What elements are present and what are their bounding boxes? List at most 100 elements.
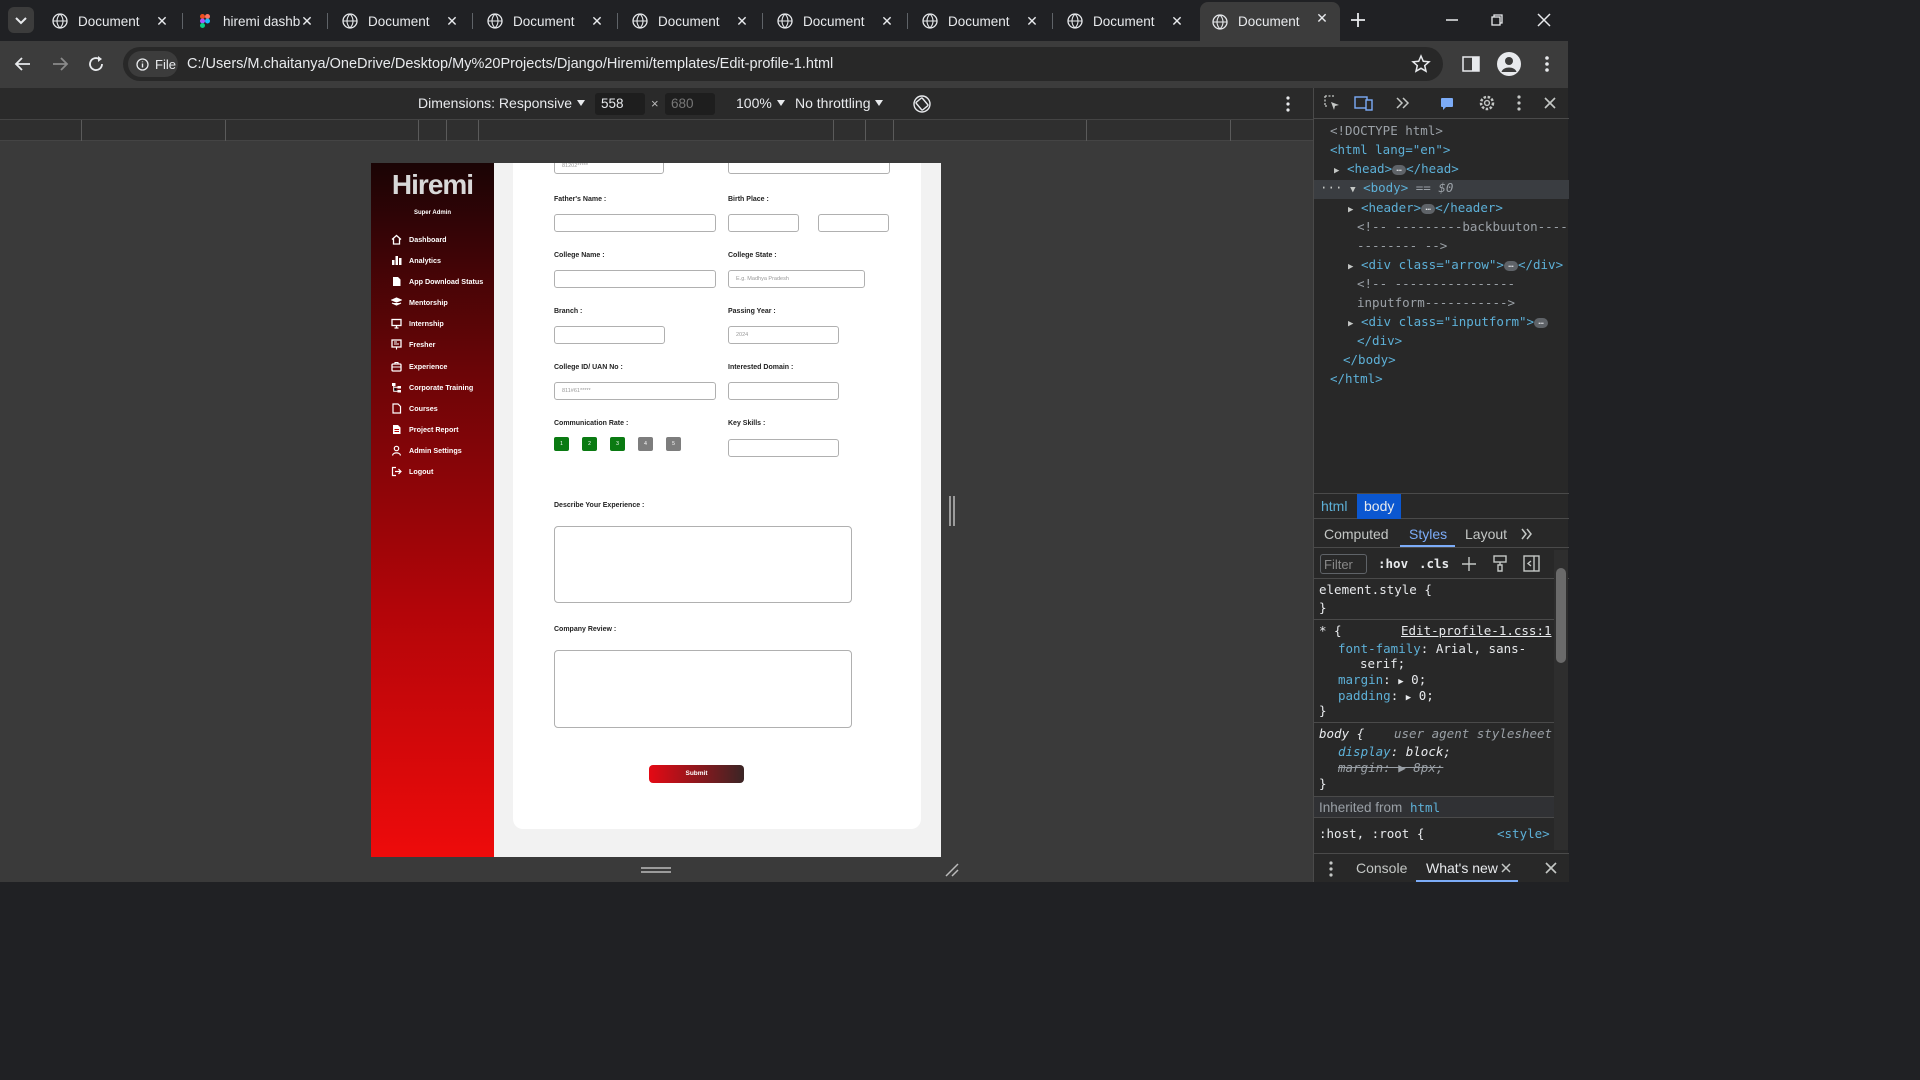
dom-div-close-2[interactable]: </div> <box>1357 333 1402 348</box>
dom-head-node[interactable]: ▶ <head>… </head> <box>1334 161 1459 176</box>
college-name-input[interactable] <box>554 270 716 288</box>
close-tab-icon[interactable]: ✕ <box>1024 13 1040 29</box>
inspect-element-button[interactable] <box>1323 94 1341 112</box>
dom-comment-input-1[interactable]: <!-- ---------------- <box>1357 276 1515 291</box>
prop-margin-overridden[interactable]: margin: ▶ 8px; <box>1338 760 1443 775</box>
top-right-input[interactable] <box>728 163 890 174</box>
tab-search-button[interactable] <box>8 7 34 33</box>
college-state-input[interactable]: E.g. Madhya Pradesh <box>728 270 865 288</box>
tab-computed[interactable]: Computed <box>1324 526 1389 542</box>
birth-place-state-input[interactable] <box>818 214 889 232</box>
dom-comment-back-1[interactable]: <!-- ---------backbuuton---- <box>1357 219 1568 234</box>
throttling-select[interactable]: No throttling <box>795 95 884 111</box>
close-window-button[interactable] <box>1532 8 1556 32</box>
browser-tab[interactable]: Document ✕ <box>1200 2 1340 41</box>
media-query-ruler[interactable] <box>0 119 1313 141</box>
sidebar-item-internship[interactable]: Internship <box>391 318 444 329</box>
profile-button[interactable] <box>1497 52 1521 76</box>
browser-tab[interactable]: Document ✕ <box>910 5 1050 37</box>
company-review-textarea[interactable] <box>554 650 852 728</box>
restore-button[interactable] <box>1485 8 1509 32</box>
rule-star-selector[interactable]: * { <box>1319 623 1342 638</box>
devtools-menu-button[interactable] <box>1512 94 1526 112</box>
tab-styles[interactable]: Styles <box>1409 526 1447 542</box>
rate-button-3[interactable]: 3 <box>610 437 625 451</box>
sidebar-item-project-report[interactable]: Project Report <box>391 424 459 435</box>
color-format-button[interactable] <box>1492 555 1508 572</box>
sidebar-item-courses[interactable]: Courses <box>391 403 438 414</box>
resize-handle-corner[interactable] <box>944 862 960 878</box>
dom-doctype[interactable]: <!DOCTYPE html> <box>1330 123 1443 138</box>
tab-layout[interactable]: Layout <box>1465 526 1507 542</box>
dom-html-open[interactable]: <html lang="en"> <box>1330 142 1450 157</box>
new-tab-button[interactable] <box>1346 8 1370 32</box>
dom-comment-back-2[interactable]: -------- --> <box>1357 238 1447 253</box>
reload-button[interactable] <box>85 53 107 75</box>
dom-html-close[interactable]: </html> <box>1330 371 1383 386</box>
height-input[interactable]: 680 <box>665 93 715 115</box>
branch-input[interactable] <box>554 326 665 344</box>
passing-year-input[interactable]: 2024 <box>728 326 839 344</box>
drawer-menu-button[interactable] <box>1324 860 1338 878</box>
drawer-tab-whats-new[interactable]: What's new <box>1426 860 1498 876</box>
close-tab-icon[interactable]: ✕ <box>589 13 605 29</box>
close-tab-icon[interactable]: ✕ <box>734 13 750 29</box>
browser-tab[interactable]: Document ✕ <box>620 5 760 37</box>
bookmark-star-button[interactable] <box>1411 54 1431 74</box>
rotate-button[interactable] <box>911 93 933 115</box>
close-tab-icon[interactable]: ✕ <box>879 13 895 29</box>
drawer-tab-console[interactable]: Console <box>1356 860 1407 876</box>
dom-header-node[interactable]: ▶ <header>… </header> <box>1348 200 1503 215</box>
sidebar-item-dashboard[interactable]: Dashboard <box>391 234 447 245</box>
fathers-name-input[interactable] <box>554 214 716 232</box>
issues-button[interactable] <box>1440 96 1454 110</box>
browser-menu-button[interactable] <box>1537 53 1557 75</box>
interested-domain-input[interactable] <box>728 382 839 400</box>
rate-button-4[interactable]: 4 <box>638 437 653 451</box>
close-whats-new-button[interactable] <box>1500 862 1512 874</box>
toggle-sidebar-button[interactable] <box>1523 555 1540 572</box>
browser-tab[interactable]: Document ✕ <box>765 5 905 37</box>
sidebar-item-mentorship[interactable]: Mentorship <box>391 297 448 308</box>
prop-padding[interactable]: padding: ▶ 0; <box>1338 688 1434 703</box>
close-tab-icon[interactable]: ✕ <box>1314 10 1330 26</box>
back-button[interactable] <box>12 53 34 75</box>
dom-arrow-node[interactable]: ▶ <div class="arrow">… </div> <box>1348 257 1563 272</box>
breadcrumb-html[interactable]: html <box>1321 498 1347 514</box>
more-tabs-button[interactable] <box>1394 94 1412 112</box>
close-tab-icon[interactable]: ✕ <box>154 13 170 29</box>
describe-experience-textarea[interactable] <box>554 526 852 603</box>
dom-inputform-node[interactable]: ▶ <div class="inputform">… <box>1348 314 1549 329</box>
forward-button[interactable] <box>49 53 71 75</box>
browser-tab[interactable]: Document ✕ <box>475 5 615 37</box>
sidebar-item-corporate-training[interactable]: Corporate Training <box>391 382 473 393</box>
mobile-input[interactable]: 81202***** <box>554 163 664 174</box>
rule-star-source[interactable]: Edit-profile-1.css:1 <box>1401 623 1552 638</box>
sidebar-item-admin-settings[interactable]: Admin Settings <box>391 445 462 456</box>
sidebar-item-logout[interactable]: Logout <box>391 466 433 477</box>
rate-button-2[interactable]: 2 <box>582 437 597 451</box>
sidebar-item-experience[interactable]: Experience <box>391 361 447 372</box>
browser-tab[interactable]: Document ✕ <box>1055 5 1195 37</box>
sidebar-item-fresher[interactable]: Fresher <box>391 339 435 350</box>
rule-body-selector[interactable]: body { <box>1319 726 1364 741</box>
zoom-select[interactable]: 100% <box>736 95 786 111</box>
close-tab-icon[interactable]: ✕ <box>444 13 460 29</box>
device-toolbar-more-button[interactable] <box>1280 95 1296 113</box>
dimensions-select[interactable]: Dimensions: Responsive <box>418 95 586 111</box>
more-panel-tabs-button[interactable] <box>1519 526 1535 542</box>
close-tab-icon[interactable]: ✕ <box>1169 13 1185 29</box>
styles-scrollbar[interactable] <box>1554 550 1568 850</box>
breadcrumb-body[interactable]: body <box>1364 498 1394 514</box>
prop-display[interactable]: display: block; <box>1338 744 1451 759</box>
settings-button[interactable] <box>1478 94 1496 112</box>
browser-tab[interactable]: Document ✕ <box>40 5 180 37</box>
rate-button-1[interactable]: 1 <box>554 437 569 451</box>
sidebar-item-analytics[interactable]: Analytics <box>391 255 441 266</box>
site-info-chip[interactable]: File <box>128 51 178 77</box>
width-input[interactable]: 558 <box>595 93 645 115</box>
rule-host-source[interactable]: <style> <box>1497 826 1550 841</box>
new-rule-button[interactable] <box>1461 556 1477 572</box>
dom-body-close[interactable]: </body> <box>1343 352 1396 367</box>
submit-button[interactable]: Submit <box>649 765 744 783</box>
